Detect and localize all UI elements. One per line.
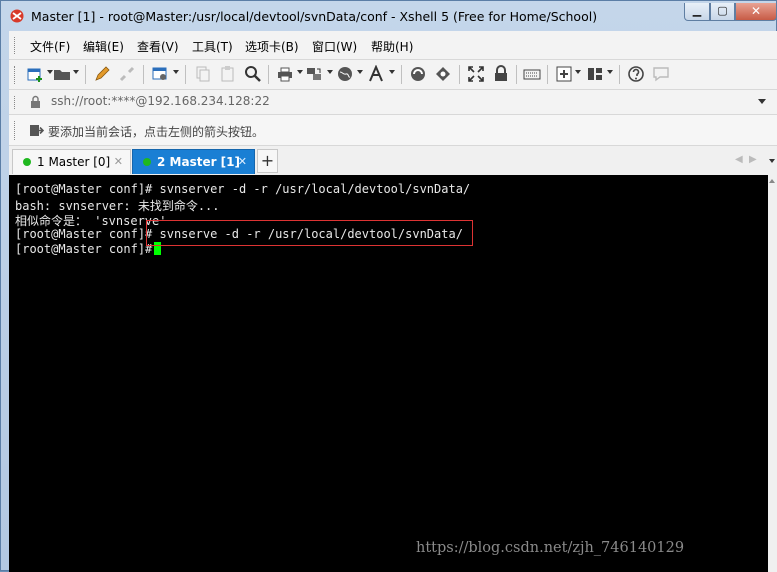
layout-icon[interactable] xyxy=(586,65,604,83)
new-tab-button[interactable]: + xyxy=(257,149,278,173)
minimize-button[interactable]: ▁ xyxy=(684,3,710,21)
print-icon[interactable] xyxy=(276,65,294,83)
layout-dropdown-icon[interactable] xyxy=(607,70,613,74)
title-bar[interactable]: Master [1] - root@Master:/usr/local/devt… xyxy=(1,1,777,31)
font-dropdown-icon[interactable] xyxy=(389,70,395,74)
terminal-line: [root@Master conf]# xyxy=(15,242,160,256)
link-bar: 要添加当前会话，点击左侧的箭头按钮。 xyxy=(9,115,777,146)
fullscreen-icon[interactable] xyxy=(467,65,485,83)
menu-window[interactable]: 窗口(W) xyxy=(312,38,357,55)
globe-dropdown-icon[interactable] xyxy=(357,70,363,74)
new-session-icon[interactable] xyxy=(26,65,44,83)
menu-bar: 文件(F) 编辑(E) 查看(V) 工具(T) 选项卡(B) 窗口(W) 帮助(… xyxy=(9,31,777,60)
address-input[interactable]: ssh://root:****@192.168.234.128:22 xyxy=(51,94,270,108)
address-bar: ssh://root:****@192.168.234.128:22 xyxy=(9,90,777,115)
maximize-button[interactable]: ▢ xyxy=(710,3,735,21)
toolbar-separator xyxy=(268,65,269,84)
terminal[interactable]: [root@Master conf]# svnserver -d -r /usr… xyxy=(9,175,768,572)
xftp-icon[interactable] xyxy=(409,65,427,83)
pencil-icon[interactable] xyxy=(93,65,111,83)
menu-help[interactable]: 帮助(H) xyxy=(371,38,413,55)
transfer-dropdown-icon[interactable] xyxy=(327,70,333,74)
vertical-scrollbar[interactable] xyxy=(768,175,777,572)
menu-tools[interactable]: 工具(T) xyxy=(192,38,233,55)
tab-master-0[interactable]: 1 Master [0] ✕ xyxy=(12,149,131,174)
add-dropdown-icon[interactable] xyxy=(575,70,581,74)
lock-icon xyxy=(31,95,40,108)
tab-prev-icon[interactable]: ◀ xyxy=(735,154,743,165)
toolbar-separator xyxy=(547,65,548,84)
toolbar-separator xyxy=(459,65,460,84)
properties-icon[interactable] xyxy=(151,65,169,83)
session-status-dot xyxy=(23,158,31,166)
menu-view[interactable]: 查看(V) xyxy=(137,38,179,55)
help-icon[interactable] xyxy=(627,65,645,83)
session-status-dot xyxy=(143,158,151,166)
xmanager-icon[interactable] xyxy=(434,65,452,83)
client-area: 文件(F) 编辑(E) 查看(V) 工具(T) 选项卡(B) 窗口(W) 帮助(… xyxy=(9,31,777,572)
open-folder-icon[interactable] xyxy=(53,65,71,83)
transfer-icon[interactable] xyxy=(305,65,323,83)
xshell-window: Master [1] - root@Master:/usr/local/devt… xyxy=(0,0,777,572)
highlight-box xyxy=(146,220,473,246)
keyboard-icon[interactable] xyxy=(523,65,541,83)
toolbar xyxy=(9,60,777,90)
close-button[interactable]: ✕ xyxy=(735,3,777,21)
toolbar-separator xyxy=(143,65,144,84)
menu-grip[interactable] xyxy=(14,37,17,54)
address-dropdown-icon[interactable] xyxy=(758,99,766,104)
toolbar-separator xyxy=(401,65,402,84)
tab-next-icon[interactable]: ▶ xyxy=(749,154,757,165)
menu-edit[interactable]: 编辑(E) xyxy=(83,38,124,55)
toolbar-separator xyxy=(516,65,517,84)
window-title: Master [1] - root@Master:/usr/local/devt… xyxy=(31,9,598,24)
tab-close-icon[interactable]: ✕ xyxy=(114,155,123,168)
disconnect-icon[interactable] xyxy=(118,65,136,83)
link-bar-hint: 要添加当前会话，点击左侧的箭头按钮。 xyxy=(48,125,265,139)
find-icon[interactable] xyxy=(244,65,262,83)
font-icon[interactable] xyxy=(367,65,385,83)
watermark: https://blog.csdn.net/zjh_746140129 xyxy=(416,540,685,556)
tab-close-icon[interactable]: ✕ xyxy=(238,155,247,168)
print-dropdown-icon[interactable] xyxy=(297,70,303,74)
tab-bar: 1 Master [0] ✕ 2 Master [1] ✕ + ◀ ▶ xyxy=(9,146,777,175)
toolbar-separator xyxy=(85,65,86,84)
open-dropdown-icon[interactable] xyxy=(73,70,79,74)
chat-icon[interactable] xyxy=(652,65,670,83)
tab-label: 1 Master [0] xyxy=(37,155,111,169)
paste-icon[interactable] xyxy=(219,65,237,83)
globe-icon[interactable] xyxy=(336,65,354,83)
lock-icon[interactable] xyxy=(492,65,510,83)
link-grip[interactable] xyxy=(14,121,17,140)
add-icon[interactable] xyxy=(555,65,573,83)
tab-list-dropdown-icon[interactable] xyxy=(769,159,775,163)
scroll-up-icon[interactable] xyxy=(769,179,775,183)
copy-icon[interactable] xyxy=(194,65,212,83)
toolbar-separator xyxy=(619,65,620,84)
toolbar-grip[interactable] xyxy=(14,66,17,84)
address-grip[interactable] xyxy=(14,96,17,109)
xshell-app-icon xyxy=(10,9,24,23)
menu-tabs[interactable]: 选项卡(B) xyxy=(245,38,299,55)
tab-master-1[interactable]: 2 Master [1] ✕ xyxy=(132,149,255,174)
terminal-line: [root@Master conf]# svnserver -d -r /usr… xyxy=(15,182,471,196)
tab-label: 2 Master [1] xyxy=(157,155,240,169)
menu-file[interactable]: 文件(F) xyxy=(30,38,70,55)
add-session-arrow-icon[interactable] xyxy=(30,124,44,137)
toolbar-separator xyxy=(185,65,186,84)
properties-dropdown-icon[interactable] xyxy=(173,70,179,74)
